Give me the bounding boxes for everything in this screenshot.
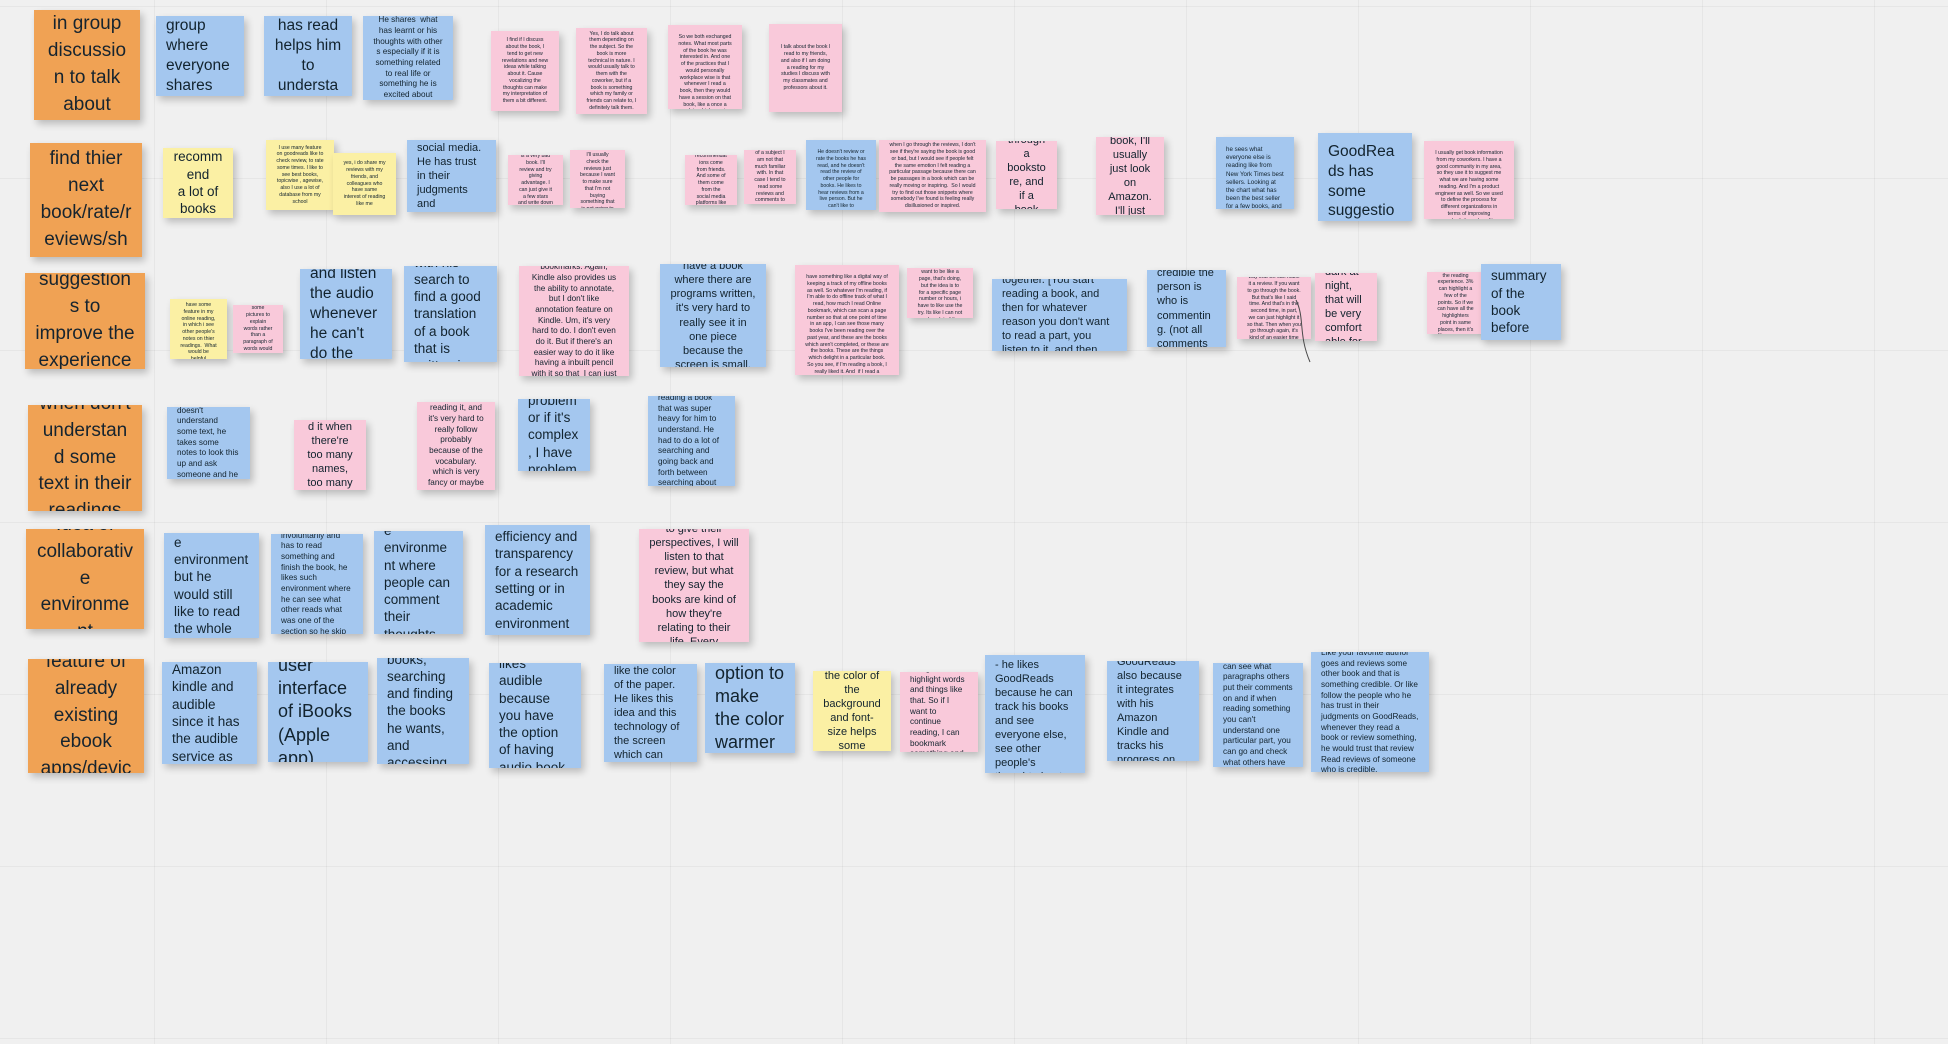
sticky-note-pink[interactable]: An easier you person to look older or yo… [1427,272,1484,334]
sticky-note-pink[interactable]: I talk about the book I read to my frien… [769,24,842,112]
category-note-find-next-book[interactable]: how people find thier next book/rate/rev… [30,143,142,257]
sticky-note-blue[interactable]: If designing something, better to see ho… [1147,270,1226,347]
sticky-note-blue[interactable]: user interface of iBooks (Apple app) [268,662,368,762]
sticky-note-pink[interactable]: I find if I discuss about the book, I te… [491,31,559,111]
sticky-note-blue[interactable]: kindle device, the screen is like the co… [604,664,697,762]
sticky-note-pink[interactable]: If the screen can turn dark at night, th… [1315,273,1377,341]
whiteboard-canvas[interactable]: like to be in group discussion to talk a… [0,0,1948,1044]
sticky-note-pink[interactable]: if it's a fiction book, I'll usually jus… [996,141,1057,209]
sticky-note-blue[interactable]: GoodReads has some suggestions like the … [1318,133,1412,221]
sticky-note-blue[interactable]: likes audible because you have the optio… [489,663,581,768]
sticky-note-blue[interactable]: Like your favorite author goes and revie… [1311,652,1429,772]
sticky-note-pink[interactable]: So we both exchanged notes. What most pa… [668,25,742,109]
sticky-note-pink[interactable]: So that is like the biggest ease of life… [519,266,629,376]
sticky-note-pink[interactable]: Yes, I do talk about them depending on t… [576,28,647,114]
sticky-note-blue[interactable]: He likes the collaborative environment w… [374,531,463,634]
sticky-note-blue[interactable]: he preferred Amazon kindle and audible s… [162,662,257,764]
category-note-collaborative-environment[interactable]: Idea of collaborative environment [26,529,144,629]
sticky-note-blue[interactable]: Talking about what he has read helps him… [264,16,352,96]
sticky-note-blue[interactable]: This happens in GoodReads. We can see wh… [1213,663,1303,767]
category-note-improve-experience[interactable]: suggestions to improve the experience [25,273,145,369]
sticky-note-yellow[interactable]: I use many feature on goodreads like to … [266,140,334,210]
sticky-note-blue[interactable]: He had experience of reading a book that… [648,396,735,486]
sticky-note-blue[interactable]: you have the option to make the color wa… [705,663,795,753]
sticky-note-pink[interactable]: have something like a digital way of kee… [795,265,899,375]
sticky-note-blue[interactable]: he sees what everyone else is reading li… [1216,137,1294,209]
sticky-note-pink[interactable]: I can't understand it when there're too … [294,420,366,490]
sticky-note-blue[interactable]: he can read the books, and listen the au… [300,269,392,359]
sticky-note-pink[interactable]: I could barely finish three pieces of re… [417,402,495,490]
sticky-note-pink[interactable]: I usually get book information from my c… [1424,141,1514,219]
sticky-note-blue[interactable]: if the writing is a bit of a problem or … [518,399,590,471]
sticky-note-blue[interactable]: He likes the idea of the collaborative e… [164,533,259,638]
sticky-note-yellow[interactable]: yes, i do share my reviews with my frien… [333,153,396,215]
sticky-note-blue[interactable]: options of having variety of books, sear… [377,658,469,764]
sticky-note-yellow[interactable]: Being able to change the color of the ba… [813,671,891,751]
sticky-note-pink[interactable]: Sometimes I don't finish the book, I wil… [508,155,563,205]
sticky-note-pink[interactable]: If I'm going to buy it on Amazon, then I… [570,150,625,208]
category-note-liked-features[interactable]: What feature of already existing ebook a… [28,659,144,773]
sticky-note-pink[interactable]: think using some pictures to explain wor… [233,305,283,353]
sticky-note-blue[interactable]: collaborative reading increase efficienc… [485,525,590,635]
sticky-note-pink[interactable]: We want to highlight a lot on, a part ca… [1237,277,1311,339]
sticky-note-pink[interactable]: when I go through the reviews, I don't s… [879,140,986,212]
sticky-note-blue[interactable]: he looks at the suggestions of the peopl… [407,140,496,212]
sticky-note-pink[interactable]: So it's their perspective, right? When t… [639,529,749,642]
sticky-note-pink[interactable]: if I'm looking for a non-fiction book, I… [1096,137,1164,215]
sticky-note-yellow[interactable]: I would like to have some feature in my … [170,299,227,359]
sticky-note-yellow[interactable]: yes i recommend a lot of books to my fri… [163,148,233,218]
sticky-note-blue[interactable]: Combining audio and reading experience t… [992,279,1127,351]
sticky-note-blue[interactable]: He likes GoodReads also because it integ… [1107,661,1199,761]
sticky-note-pink[interactable]: Usually some of book recommendations com… [685,155,737,205]
sticky-note-blue[interactable]: - he uses GoodReads to track his books -… [985,655,1085,773]
category-note-dont-understand[interactable]: when don't understand some text in their… [28,405,142,511]
sticky-note-blue[interactable]: I feel sometimes that Kindle doesn't do … [660,264,766,367]
sticky-note-pink[interactable]: On Google play, I like being able to hig… [900,672,978,752]
sticky-note-pink[interactable]: Sometimes I read a book or an article of… [744,150,796,204]
sticky-note-blue[interactable]: He shares what has learnt or his thought… [363,16,453,100]
sticky-note-blue[interactable]: If we could see the summary of the book … [1481,264,1561,340]
sticky-note-blue[interactable]: He doesn't review or rate the books he h… [806,140,876,210]
sticky-note-blue[interactable]: somewhere that helpes with his search to… [404,266,497,362]
sticky-note-pink[interactable]: google/bingit are getting lots of people… [907,268,973,318]
sticky-note-blue[interactable]: he likes the idea to be in a group where… [156,16,244,96]
sticky-note-blue[interactable]: when reading books and if he doesn't und… [167,407,250,479]
category-note-group-discussion[interactable]: like to be in group discussion to talk a… [34,10,140,120]
sticky-note-blue[interactable]: but if it is involuntarily and has to re… [271,534,363,634]
